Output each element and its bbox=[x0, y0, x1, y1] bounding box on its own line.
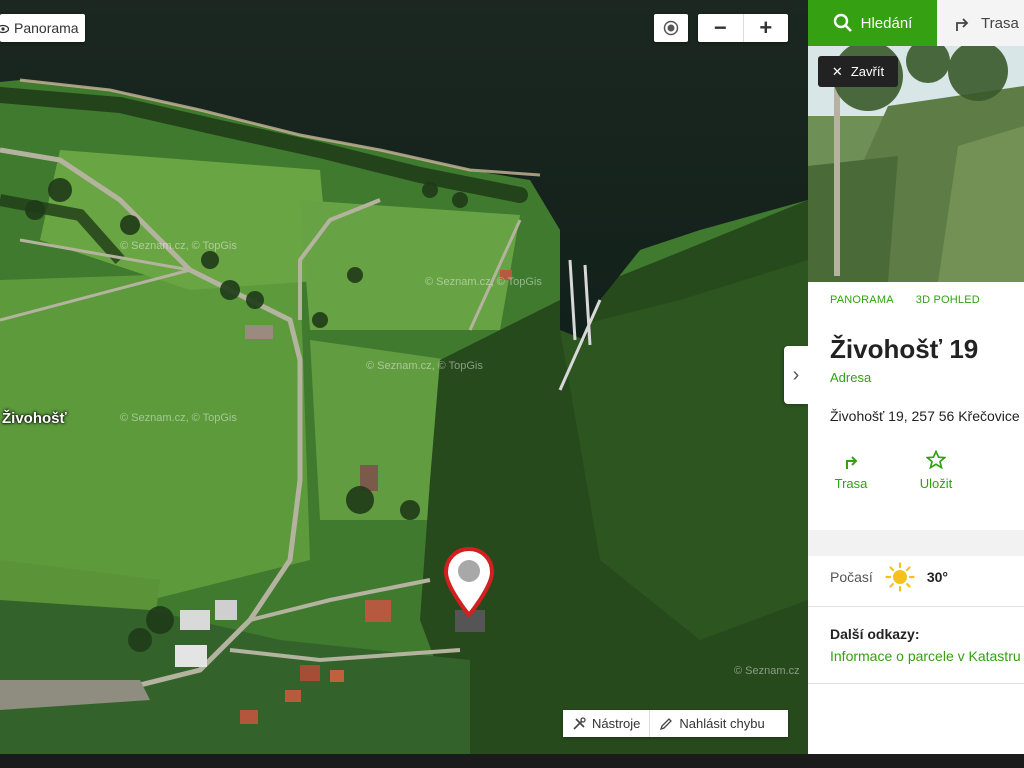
section-separator bbox=[808, 530, 1024, 556]
pencil-icon bbox=[660, 717, 673, 730]
map-watermark: © Seznam.cz, © TopGis bbox=[366, 360, 483, 372]
search-icon bbox=[833, 13, 852, 32]
map-tools-bar: Nástroje Nahlásit chybu bbox=[563, 710, 788, 737]
map-watermark: © Seznam.cz, © TopGis bbox=[425, 276, 542, 288]
collapse-panel-button[interactable]: › bbox=[784, 346, 808, 404]
close-label: Zavřít bbox=[850, 64, 885, 79]
panorama-button[interactable]: Panorama bbox=[0, 14, 85, 42]
aerial-imagery bbox=[0, 0, 808, 754]
star-icon bbox=[926, 450, 946, 470]
eye-icon bbox=[0, 22, 10, 34]
map-watermark: © Seznam.cz bbox=[734, 665, 800, 677]
route-arrow-icon bbox=[956, 18, 969, 31]
target-icon bbox=[663, 20, 679, 36]
tools-button[interactable]: Nástroje bbox=[563, 710, 651, 737]
sun-icon bbox=[885, 562, 915, 592]
map-watermark: © Seznam.cz, © TopGis bbox=[120, 412, 237, 424]
divider bbox=[808, 683, 1024, 684]
location-pin-icon[interactable] bbox=[444, 547, 494, 617]
more-links-heading: Další odkazy: bbox=[830, 626, 920, 642]
cadastre-parcel-link[interactable]: Informace o parcele v Katastru bbox=[830, 648, 1021, 664]
route-arrow-icon bbox=[846, 456, 858, 469]
route-button[interactable]: Trasa bbox=[808, 450, 894, 491]
zoom-in-button[interactable]: + bbox=[744, 14, 789, 42]
report-error-button[interactable]: Nahlásit chybu bbox=[650, 710, 773, 737]
place-actions: Trasa Uložit bbox=[830, 450, 978, 491]
tab-search[interactable]: Hledání bbox=[808, 0, 937, 46]
save-label: Uložit bbox=[919, 476, 953, 491]
close-icon: ✕ bbox=[831, 63, 843, 79]
tools-label: Nástroje bbox=[592, 716, 641, 731]
panorama-link[interactable]: PANORAMA bbox=[830, 294, 894, 306]
zoom-out-button[interactable]: − bbox=[698, 14, 744, 42]
tools-icon bbox=[573, 716, 586, 730]
zoom-controls: − + bbox=[698, 14, 788, 42]
place-address: Živohošť 19, 257 56 Křečovice bbox=[830, 408, 1020, 424]
detail-panel: Hledání Trasa ✕ Zavřít PANORAMA 3D POHLE… bbox=[808, 0, 1024, 754]
chevron-right-icon: › bbox=[792, 363, 800, 386]
place-title: Živohošť 19 bbox=[830, 334, 979, 364]
tab-route[interactable]: Trasa bbox=[937, 0, 1024, 46]
tab-search-label: Hledání bbox=[860, 14, 913, 32]
os-taskbar bbox=[0, 754, 1024, 768]
3d-view-link[interactable]: 3D POHLED bbox=[916, 294, 980, 306]
route-label: Trasa bbox=[834, 476, 868, 491]
weather-temperature: 30° bbox=[926, 569, 948, 585]
panorama-label: Panorama bbox=[14, 20, 79, 36]
view-links: PANORAMA 3D POHLED bbox=[830, 294, 980, 306]
weather-label: Počasí bbox=[830, 569, 873, 585]
panel-tabs: Hledání Trasa bbox=[808, 0, 1024, 47]
close-button[interactable]: ✕ Zavřít bbox=[818, 56, 898, 87]
divider bbox=[808, 606, 1024, 607]
place-type-link[interactable]: Adresa bbox=[830, 370, 871, 385]
weather-row: Počasí 30° bbox=[830, 562, 948, 592]
locate-me-button[interactable] bbox=[654, 14, 688, 42]
map-place-label: Živohošť bbox=[2, 410, 67, 427]
map-watermark: © Seznam.cz, © TopGis bbox=[120, 240, 237, 252]
tab-route-label: Trasa bbox=[981, 14, 1019, 32]
report-error-label: Nahlásit chybu bbox=[679, 716, 765, 731]
map-view[interactable]: © Seznam.cz, © TopGis © Seznam.cz, © Top… bbox=[0, 0, 808, 754]
save-button[interactable]: Uložit bbox=[894, 450, 978, 491]
